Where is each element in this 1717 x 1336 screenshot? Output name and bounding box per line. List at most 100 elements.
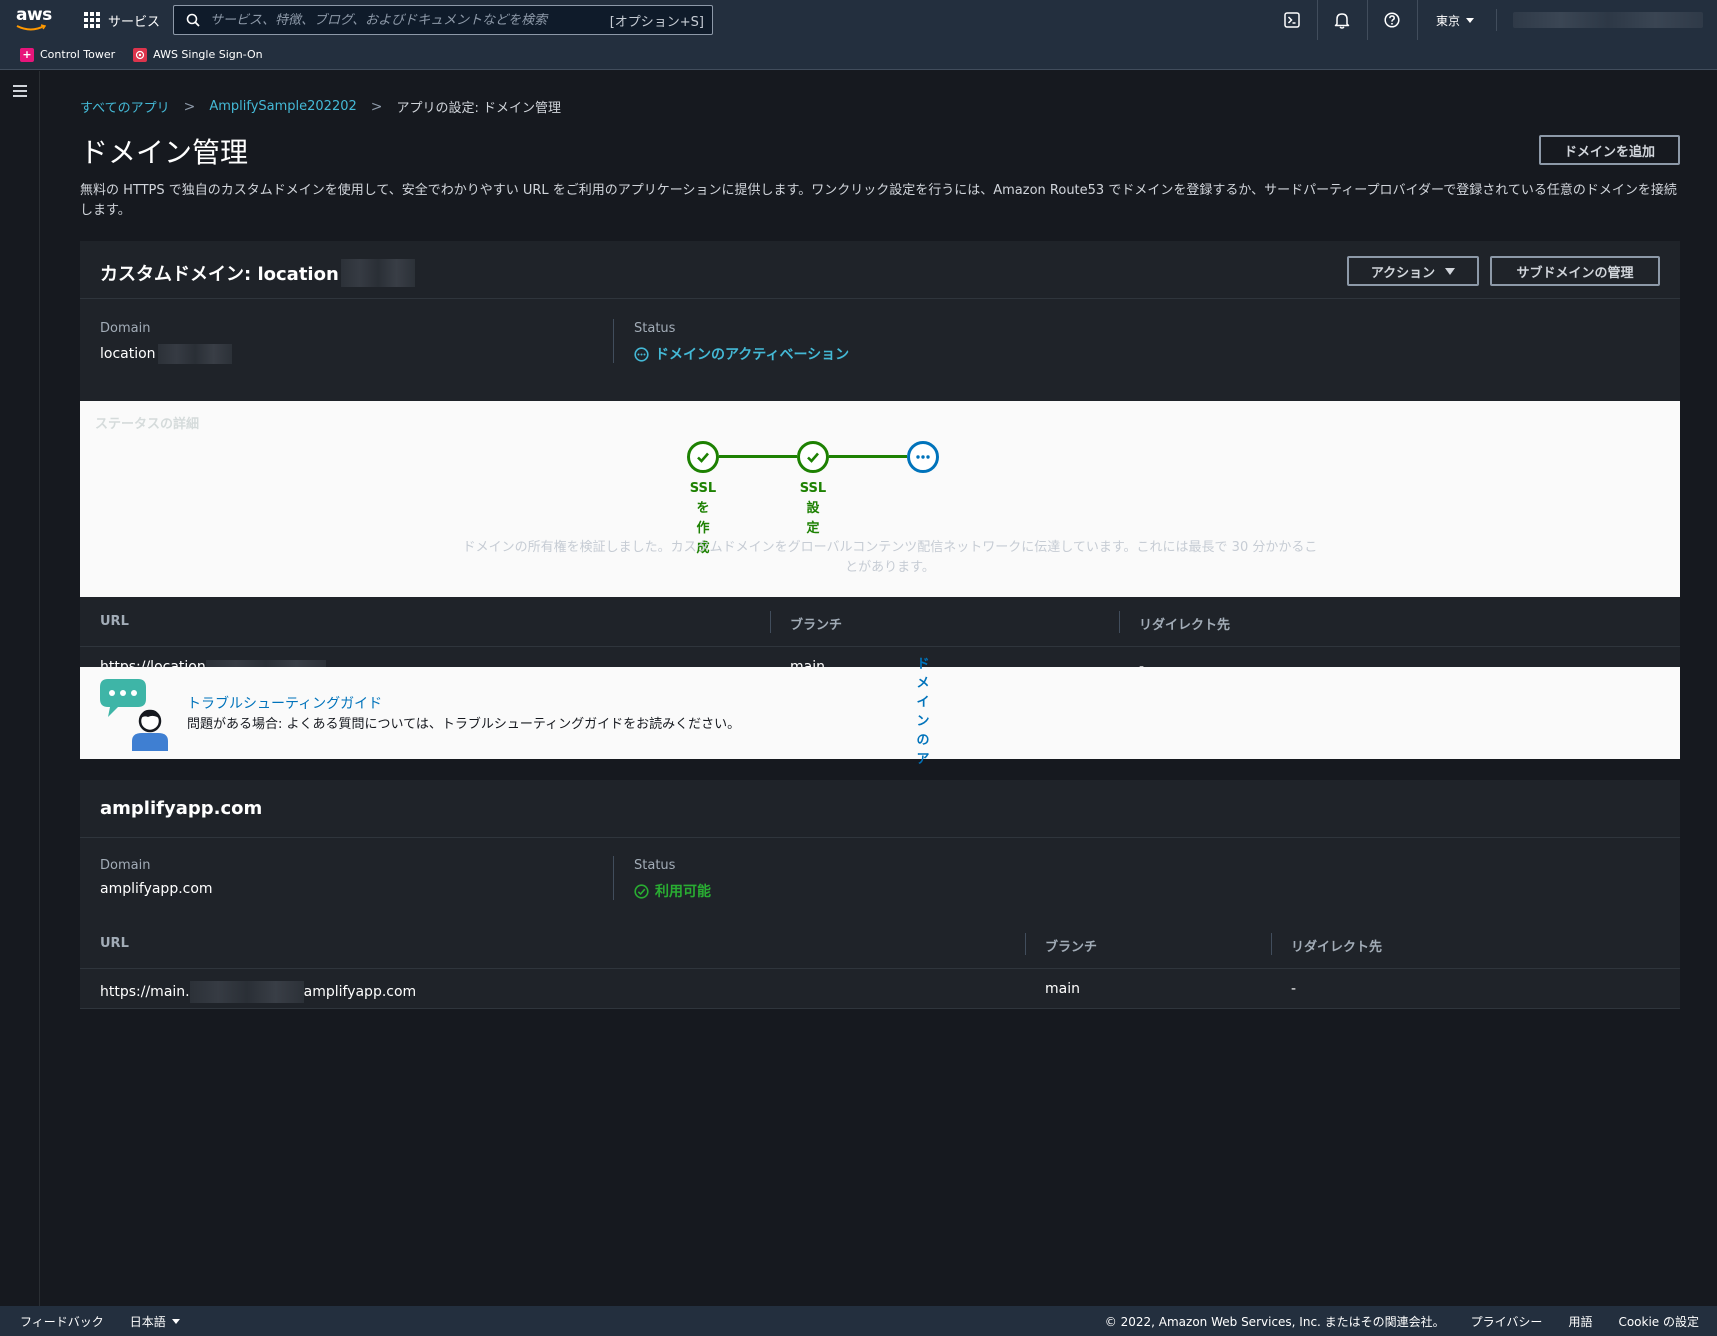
column-divider bbox=[1119, 611, 1120, 633]
panel-header: amplifyapp.com bbox=[80, 780, 1680, 838]
column-divider bbox=[770, 611, 771, 633]
status-available: 利用可能 bbox=[655, 884, 711, 900]
sso-icon bbox=[133, 47, 148, 62]
bell-icon bbox=[1335, 12, 1350, 29]
url-table-header: URL ブランチ リダイレクト先 bbox=[80, 919, 1680, 969]
menu-icon[interactable] bbox=[13, 85, 27, 97]
copyright-text: © 2022, Amazon Web Services, Inc. またはその関… bbox=[1104, 1314, 1445, 1329]
divider bbox=[613, 319, 614, 363]
terms-link[interactable]: 用語 bbox=[1568, 1313, 1592, 1330]
column-divider bbox=[1025, 933, 1026, 955]
breadcrumb: すべてのアプリ > AmplifySample202202 > アプリの設定: … bbox=[80, 97, 561, 117]
footer-left: フィードバック 日本語 bbox=[20, 1313, 180, 1330]
region-selector[interactable]: 東京 bbox=[1418, 9, 1497, 31]
aws-logo-text: aws bbox=[16, 5, 52, 25]
favorites-bar: + Control Tower AWS Single Sign-On bbox=[0, 40, 1717, 70]
column-divider bbox=[1271, 933, 1272, 955]
progress-connector bbox=[719, 455, 797, 458]
column-header-branch: ブランチ bbox=[790, 618, 843, 633]
column-header-branch: ブランチ bbox=[1045, 940, 1098, 955]
status-detail-panel: ステータスの詳細 SSL を作成 SSL 設定 ドメインの所有権を検証しました。… bbox=[80, 401, 1680, 597]
custom-domain-title-text: カスタムドメイン: location bbox=[100, 264, 339, 285]
status-activation[interactable]: ドメインのアクティベーション bbox=[655, 344, 849, 364]
actions-dropdown-button[interactable]: アクション bbox=[1347, 256, 1479, 286]
actions-label: アクション bbox=[1370, 265, 1436, 281]
notifications-button[interactable] bbox=[1318, 0, 1368, 40]
custom-domain-panel: カスタムドメイン: location アクション サブドメインの管理 Domai… bbox=[80, 241, 1680, 759]
favorite-sso[interactable]: AWS Single Sign-On bbox=[133, 47, 263, 62]
language-selector[interactable]: 日本語 bbox=[130, 1313, 180, 1330]
control-tower-icon: + bbox=[20, 47, 34, 62]
column-header-redirect: リダイレクト先 bbox=[1139, 618, 1231, 633]
progress-connector bbox=[829, 455, 907, 458]
favorite-label: Control Tower bbox=[40, 48, 116, 61]
nav-right-group: 東京 bbox=[1268, 0, 1717, 40]
troubleshooting-banner: トラブルシューティングガイド 問題がある場合: よくある質問については、トラブル… bbox=[80, 667, 1680, 759]
breadcrumb-app[interactable]: AmplifySample202202 bbox=[209, 99, 356, 114]
step-domain-activation bbox=[907, 441, 939, 473]
status-value-row: 利用可能 bbox=[634, 881, 711, 901]
url-cell: https://main. amplifyapp.com bbox=[100, 981, 416, 1003]
caret-down-icon bbox=[1445, 267, 1456, 275]
branch-cell: main bbox=[1045, 981, 1080, 997]
top-navigation: aws サービス [オプション+S] bbox=[0, 0, 1717, 40]
column-header-redirect: リダイレクト先 bbox=[1291, 940, 1383, 955]
url-prefix: https://main. bbox=[100, 984, 190, 1000]
manage-subdomains-button[interactable]: サブドメインの管理 bbox=[1490, 256, 1660, 286]
support-person-icon bbox=[100, 679, 168, 751]
search-bar[interactable]: [オプション+S] bbox=[173, 5, 713, 35]
status-detail-label: ステータスの詳細 bbox=[95, 417, 200, 432]
troubleshooting-link[interactable]: トラブルシューティングガイド bbox=[187, 693, 382, 713]
column-header-url: URL bbox=[100, 614, 129, 629]
domain-value: location bbox=[100, 346, 156, 362]
domain-field: Domain location bbox=[100, 321, 232, 364]
cloudshell-icon bbox=[1284, 12, 1301, 28]
status-value-row: ドメインのアクティベーション bbox=[634, 344, 849, 364]
region-label: 東京 bbox=[1435, 13, 1460, 28]
search-input[interactable] bbox=[210, 12, 610, 28]
add-domain-button[interactable]: ドメインを追加 bbox=[1539, 135, 1680, 165]
footer: フィードバック 日本語 © 2022, Amazon Web Services,… bbox=[0, 1306, 1717, 1336]
help-icon bbox=[1384, 12, 1401, 28]
check-icon bbox=[687, 441, 719, 473]
favorite-control-tower[interactable]: + Control Tower bbox=[20, 47, 116, 62]
redacted-domain bbox=[157, 344, 232, 364]
cookie-settings-link[interactable]: Cookie の設定 bbox=[1618, 1313, 1699, 1330]
feedback-link[interactable]: フィードバック bbox=[20, 1313, 104, 1330]
in-progress-icon bbox=[634, 346, 649, 362]
column-header-url: URL bbox=[100, 936, 129, 951]
help-button[interactable] bbox=[1368, 0, 1418, 40]
ellipsis-icon bbox=[907, 441, 939, 473]
divider bbox=[613, 856, 614, 900]
panel-header: カスタムドメイン: location アクション サブドメインの管理 bbox=[80, 241, 1680, 299]
domain-value: amplifyapp.com bbox=[100, 881, 213, 897]
status-label: Status bbox=[634, 858, 676, 873]
search-shortcut-hint: [オプション+S] bbox=[609, 14, 704, 30]
services-menu-button[interactable]: サービス bbox=[84, 8, 160, 32]
services-label: サービス bbox=[108, 14, 161, 30]
check-icon bbox=[797, 441, 829, 473]
redacted-app-id bbox=[189, 981, 304, 1003]
aws-smile-icon bbox=[16, 24, 46, 31]
status-field: Status ドメインのアクティベーション bbox=[634, 321, 849, 364]
status-label: Status bbox=[634, 321, 676, 336]
step-label: SSL 設定 bbox=[799, 481, 827, 536]
cloudshell-button[interactable] bbox=[1268, 0, 1318, 40]
search-icon bbox=[186, 13, 200, 27]
language-label: 日本語 bbox=[129, 1314, 166, 1329]
status-message: ドメインの所有権を検証しました。カスタムドメインをグローバルコンテンツ配信ネット… bbox=[462, 540, 1318, 575]
privacy-link[interactable]: プライバシー bbox=[1471, 1313, 1543, 1330]
amplify-domain-title: amplifyapp.com bbox=[100, 798, 263, 819]
breadcrumb-all-apps[interactable]: すべてのアプリ bbox=[80, 97, 170, 116]
account-menu[interactable] bbox=[1513, 12, 1703, 28]
footer-right: © 2022, Amazon Web Services, Inc. またはその関… bbox=[1105, 1313, 1699, 1330]
page-description: 無料の HTTPS で独自のカスタムドメインを使用して、安全でわかりやすい UR… bbox=[80, 183, 1677, 218]
chevron-right-icon: > bbox=[370, 98, 383, 115]
side-navigation-rail bbox=[0, 71, 40, 1306]
caret-down-icon bbox=[171, 1318, 180, 1324]
domain-label: Domain bbox=[100, 858, 151, 873]
domain-value-row: location bbox=[100, 344, 232, 364]
aws-logo[interactable]: aws bbox=[16, 6, 54, 34]
custom-domain-title: カスタムドメイン: location bbox=[100, 259, 415, 287]
table-row: https://main. amplifyapp.com main - bbox=[80, 969, 1680, 1009]
